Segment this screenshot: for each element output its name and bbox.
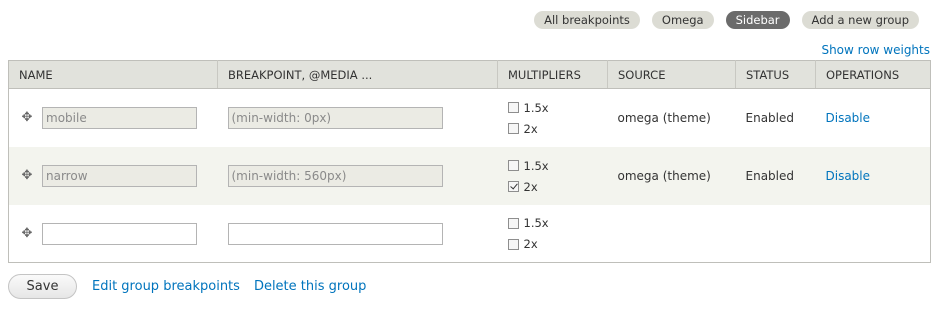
multiplier-1-5x-checkbox[interactable] [507,217,519,229]
new-breakpoint-name-input[interactable] [42,222,197,245]
tab-omega[interactable]: Omega [651,11,714,29]
status-text: Enabled [735,147,816,205]
column-header-multipliers: MULTIPLIERS [497,60,608,89]
multiplier-1-5x-checkbox[interactable] [507,102,519,113]
multiplier-label: 2x [523,121,538,136]
column-header-operations: OPERATIONS [815,60,931,89]
multiplier-label: 1.5x [523,216,549,230]
table-row: ✥ 1.5x 2x omega (theme) Enabled Disable [8,88,931,147]
operations-empty [815,205,931,263]
tab-sidebar[interactable]: Sidebar [725,11,790,29]
multiplier-label: 1.5x [523,100,549,115]
multiplier-2x-checkbox[interactable] [507,181,519,192]
column-header-source: SOURCE [607,60,736,89]
disable-link[interactable]: Disable [826,169,871,183]
table-row: ✥ 1.5x 2x omega (theme) Enabled Disable [8,147,931,205]
table-header-row: NAME BREAKPOINT, @MEDIA ... MULTIPLIERS … [8,60,931,89]
multiplier-1-5x-checkbox[interactable] [507,160,519,171]
edit-group-breakpoints-link[interactable]: Edit group breakpoints [92,279,240,294]
column-header-name: NAME [8,60,218,89]
source-empty [607,205,736,263]
tab-all-breakpoints[interactable]: All breakpoints [534,11,640,29]
media-query-field [227,107,443,129]
breakpoint-name-field [42,165,197,187]
delete-group-link[interactable]: Delete this group [254,279,366,294]
save-button[interactable]: Save [8,274,77,299]
multiplier-2x-checkbox[interactable] [507,238,519,250]
multiplier-label: 2x [523,179,538,194]
multiplier-label: 1.5x [523,158,549,173]
column-header-breakpoint: BREAKPOINT, @MEDIA ... [217,60,498,89]
drag-handle-icon[interactable]: ✥ [20,111,34,125]
new-media-query-input[interactable] [227,222,443,245]
source-text: omega (theme) [607,147,736,205]
form-actions: Save Edit group breakpoints Delete this … [8,274,366,299]
disable-link[interactable]: Disable [826,111,871,125]
media-query-field [227,165,443,187]
breakpoints-table: NAME BREAKPOINT, @MEDIA ... MULTIPLIERS … [8,60,931,263]
source-text: omega (theme) [607,88,736,147]
group-tabs: All breakpoints Omega Sidebar Add a new … [534,11,919,29]
status-empty [735,205,816,263]
drag-handle-icon[interactable]: ✥ [20,226,34,241]
table-row-new: ✥ 1.5x 2x [8,205,931,263]
show-row-weights-link[interactable]: Show row weights [821,43,930,57]
tab-add-new-group[interactable]: Add a new group [801,11,919,29]
status-text: Enabled [735,88,816,147]
column-header-status: STATUS [735,60,816,89]
multiplier-2x-checkbox[interactable] [507,123,519,134]
breakpoint-name-field [42,107,197,129]
multiplier-label: 2x [523,237,538,251]
drag-handle-icon[interactable]: ✥ [20,169,34,183]
